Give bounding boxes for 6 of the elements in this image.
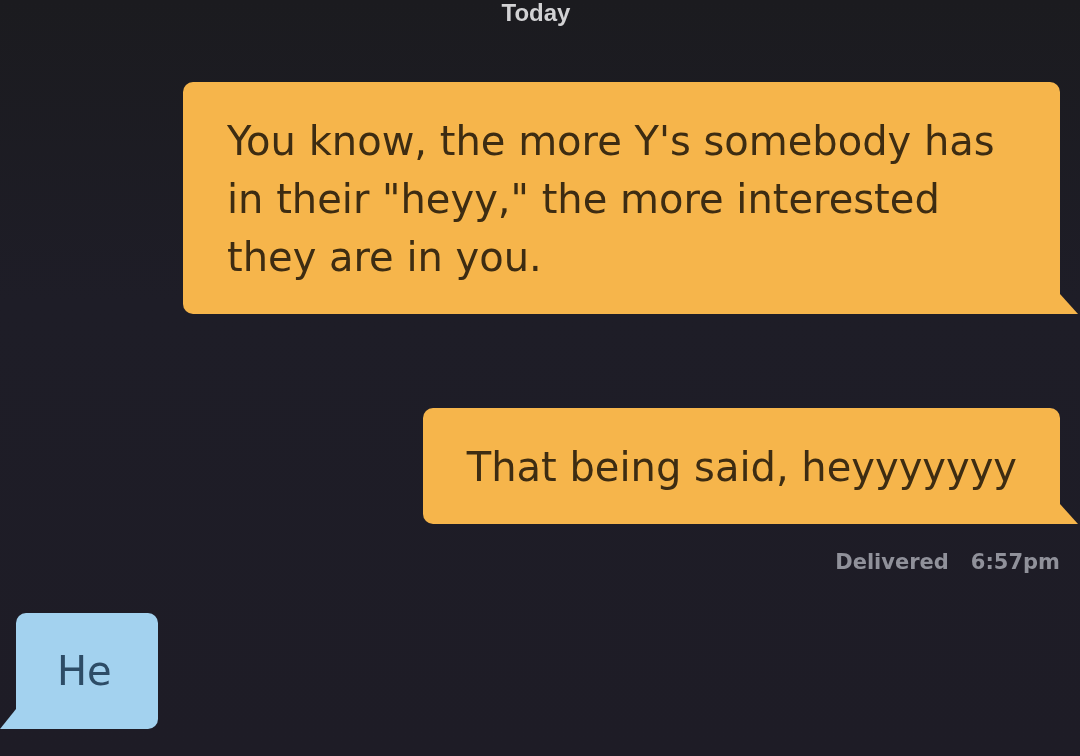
date-label: Today (501, 0, 571, 26)
message-bubble: He (0, 613, 158, 729)
message-bubble: That being said, heyyyyyyy (422, 408, 1078, 524)
message-time: 6:57pm (970, 549, 1060, 576)
message-bubble: You know, the more Y's somebody has in their "heyy," the more interested they are in you. (183, 82, 1078, 314)
delivery-status: Delivered (835, 549, 949, 576)
